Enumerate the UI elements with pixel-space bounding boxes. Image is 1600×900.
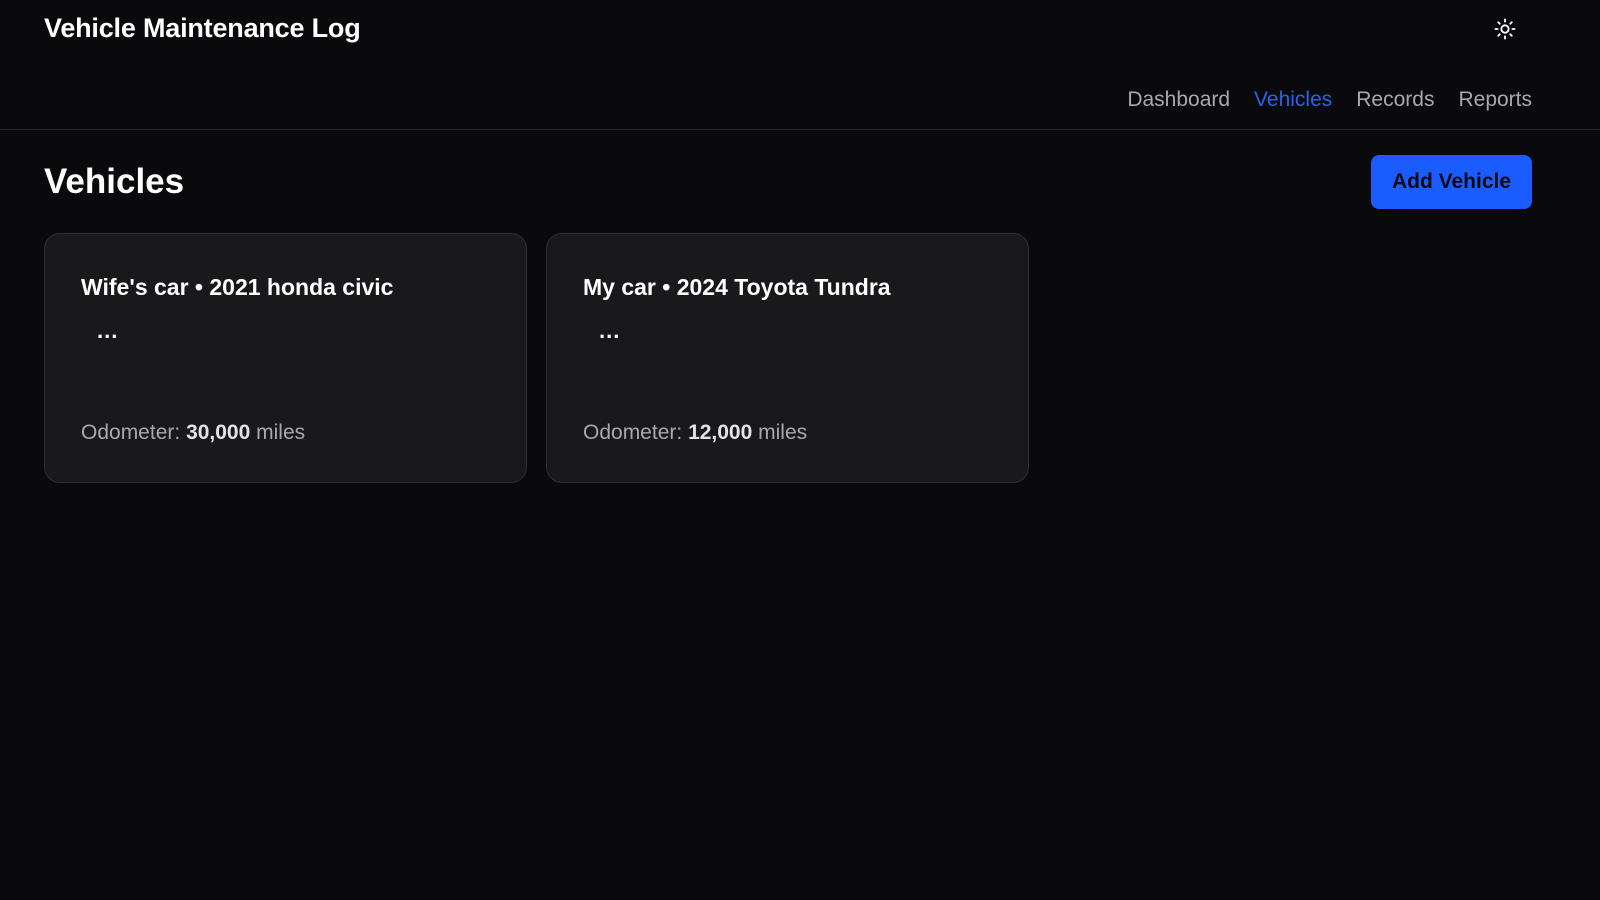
- sun-icon: [1494, 18, 1516, 40]
- vehicle-card-menu-button[interactable]: ...: [97, 320, 118, 342]
- odometer-value: 12,000: [688, 421, 753, 444]
- nav-vehicles[interactable]: Vehicles: [1254, 88, 1332, 112]
- app-title: Vehicle Maintenance Log: [44, 13, 361, 43]
- add-vehicle-button[interactable]: Add Vehicle: [1371, 155, 1532, 209]
- vehicle-card[interactable]: My car • 2024 Toyota Tundra ... Odometer…: [546, 233, 1029, 483]
- vehicle-odometer: Odometer: 30,000 miles: [81, 421, 305, 445]
- odometer-value: 30,000: [186, 421, 251, 444]
- app-header: Vehicle Maintenance Log Dashboard Vehicl…: [0, 0, 1600, 130]
- odometer-unit: miles: [256, 421, 306, 444]
- vehicle-card-title: Wife's car • 2021 honda civic: [81, 274, 394, 300]
- page-title: Vehicles: [44, 162, 185, 201]
- main-nav: Dashboard Vehicles Records Reports: [1127, 88, 1532, 112]
- vehicle-card[interactable]: Wife's car • 2021 honda civic ... Odomet…: [44, 233, 527, 483]
- nav-records[interactable]: Records: [1356, 88, 1434, 112]
- odometer-unit: miles: [758, 421, 808, 444]
- theme-toggle-button[interactable]: [1492, 16, 1518, 42]
- odometer-label: Odometer:: [81, 421, 181, 444]
- nav-reports[interactable]: Reports: [1458, 88, 1532, 112]
- odometer-label: Odometer:: [583, 421, 683, 444]
- nav-dashboard[interactable]: Dashboard: [1127, 88, 1230, 112]
- vehicle-card-title: My car • 2024 Toyota Tundra: [583, 274, 891, 300]
- vehicle-card-menu-button[interactable]: ...: [599, 320, 620, 342]
- vehicle-odometer: Odometer: 12,000 miles: [583, 421, 807, 445]
